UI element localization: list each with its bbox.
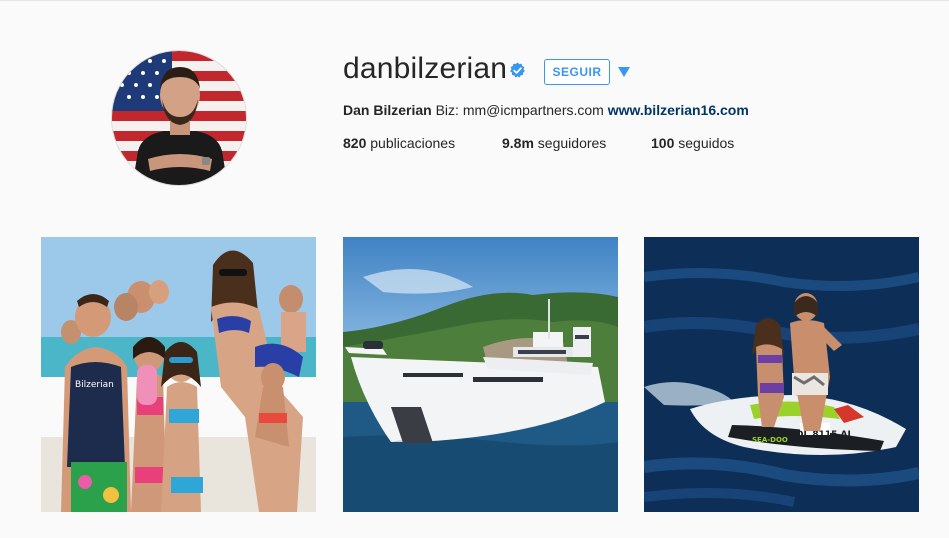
profile-bio: Dan Bilzerian Biz: mm@icmpartners.com ww…: [343, 102, 749, 118]
avatar-image: [112, 51, 246, 185]
stat-following-count: 100: [651, 135, 675, 151]
follow-button[interactable]: SEGUIR: [544, 59, 610, 85]
bio-website-link[interactable]: www.bilzerian16.com: [608, 102, 749, 118]
post-image-jetski: DL 8115 AJ SEA-DOO: [644, 237, 919, 512]
jetski-brand-text: SEA-DOO: [752, 436, 788, 444]
stat-following-label: seguidos: [674, 135, 735, 151]
stat-posts-count: 820: [343, 135, 367, 151]
stat-posts: 820 publicaciones: [343, 135, 455, 151]
bio-text: Biz: mm@icmpartners.com: [431, 102, 608, 118]
post-thumbnail[interactable]: [343, 237, 618, 512]
stat-following[interactable]: 100 seguidos: [651, 135, 734, 151]
post-image-group: Bilzerian: [41, 237, 316, 512]
post-thumbnail[interactable]: Bilzerian: [41, 237, 316, 512]
svg-text:Bilzerian: Bilzerian: [75, 380, 114, 390]
bio-full-name: Dan Bilzerian: [343, 102, 432, 118]
stat-followers-label: seguidores: [533, 135, 607, 151]
jetski-hull-text: DL 8115 AJ: [796, 430, 851, 440]
dropdown-arrow-icon[interactable]: [617, 66, 631, 78]
stat-followers-count: 9.8m: [502, 135, 534, 151]
post-thumbnail[interactable]: DL 8115 AJ SEA-DOO: [644, 237, 919, 512]
stat-posts-label: publicaciones: [366, 135, 456, 151]
profile-avatar[interactable]: [111, 50, 247, 186]
profile-header: danbilzerian SEGUIR Dan Bilzerian Biz: m…: [0, 0, 949, 220]
profile-username: danbilzerian: [343, 52, 508, 85]
stat-followers[interactable]: 9.8m seguidores: [502, 135, 606, 151]
verified-badge-icon: [510, 62, 525, 78]
post-image-yacht: [343, 237, 618, 512]
